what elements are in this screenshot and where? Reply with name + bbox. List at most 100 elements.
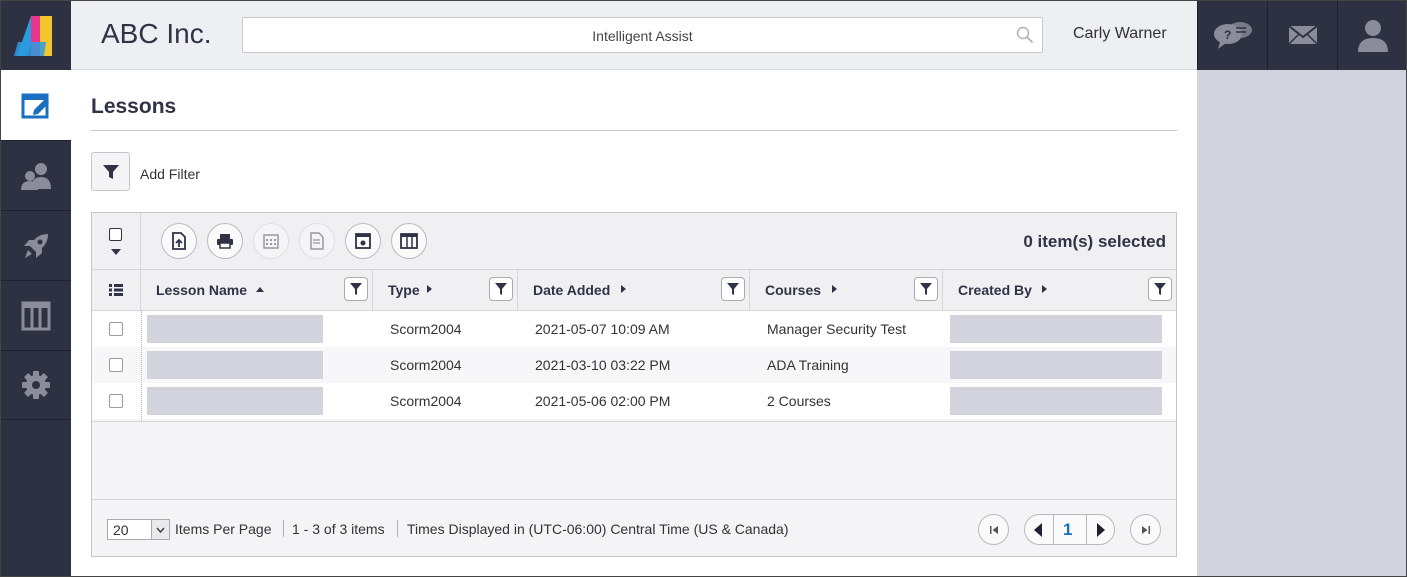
users-icon <box>20 162 51 190</box>
timezone-text: Times Displayed in (UTC-06:00) Central T… <box>407 521 789 537</box>
redacted-created-by <box>950 387 1162 415</box>
redacted-lesson-name <box>147 315 323 343</box>
sort-none-icon <box>1042 285 1047 293</box>
top-header: ABC Inc. Intelligent Assist Carly Warner <box>71 0 1197 70</box>
last-page-button[interactable] <box>1130 514 1161 545</box>
sidebar-item-lessons[interactable] <box>0 70 71 140</box>
column-header-lesson-name[interactable]: Lesson Name <box>141 270 373 310</box>
row-checkbox[interactable] <box>109 322 123 336</box>
mail-button[interactable] <box>1267 0 1337 70</box>
print-icon <box>217 234 233 249</box>
export-icon <box>172 232 186 250</box>
search-input[interactable]: Intelligent Assist <box>242 17 1043 53</box>
page-size-select[interactable]: 20 <box>107 519 170 540</box>
mail-icon <box>1287 25 1318 45</box>
next-page-icon[interactable] <box>1096 523 1106 537</box>
profile-button[interactable] <box>1337 0 1407 70</box>
table-row[interactable]: Scorm2004 2021-05-06 02:00 PM 2 Courses <box>92 383 1176 419</box>
first-page-button[interactable] <box>978 514 1009 545</box>
previous-page-icon[interactable] <box>1033 523 1043 537</box>
column-label: Type <box>388 282 420 298</box>
grid-body: Scorm2004 2021-05-07 10:09 AM Manager Se… <box>92 311 1176 499</box>
page-title: Lessons <box>91 95 177 118</box>
grid-header-row: Lesson Name Type Date Added Courses Crea… <box>92 270 1176 311</box>
select-all-checkbox[interactable] <box>109 228 122 241</box>
gear-icon <box>21 371 50 399</box>
column-header-created-by[interactable]: Created By <box>943 270 1176 310</box>
sidebar-item-users[interactable] <box>0 140 71 210</box>
column-filter-button[interactable] <box>344 277 368 301</box>
add-filter-button[interactable] <box>91 152 130 191</box>
search-icon[interactable] <box>1016 26 1034 44</box>
filter-icon <box>102 164 119 179</box>
row-checkbox[interactable] <box>109 358 123 372</box>
chevron-down-icon[interactable] <box>151 520 169 539</box>
column-filter-button[interactable] <box>1148 277 1172 301</box>
profile-icon <box>1357 20 1388 52</box>
lesson-edit-icon <box>21 93 49 119</box>
sort-none-icon <box>621 285 626 293</box>
settings-window-button[interactable] <box>345 223 381 259</box>
schedule-button[interactable] <box>253 223 289 259</box>
rows-divider <box>92 421 1176 422</box>
pager: 1 <box>1024 514 1115 545</box>
table-row[interactable]: Scorm2004 2021-05-07 10:09 AM Manager Se… <box>92 311 1176 347</box>
footer-separator <box>283 520 284 537</box>
first-page-icon <box>989 525 998 534</box>
sidebar-item-columns[interactable] <box>0 280 71 350</box>
cell-type: Scorm2004 <box>390 393 462 409</box>
column-label: Lesson Name <box>156 282 248 298</box>
select-column-divider <box>141 311 142 421</box>
redacted-lesson-name <box>147 351 323 379</box>
page-size-value: 20 <box>113 522 129 538</box>
footer-separator <box>397 520 398 537</box>
column-filter-button[interactable] <box>489 277 513 301</box>
sidebar-item-launch[interactable] <box>0 210 71 280</box>
selected-count: 0 item(s) selected <box>1023 232 1166 251</box>
cell-type: Scorm2004 <box>390 357 462 373</box>
chevron-down-icon[interactable] <box>111 249 121 255</box>
sidebar-item-settings[interactable] <box>0 350 71 420</box>
add-filter-label[interactable]: Add Filter <box>140 166 200 182</box>
settings-window-icon <box>355 233 371 249</box>
search-placeholder: Intelligent Assist <box>592 28 693 44</box>
column-filter-button[interactable] <box>721 277 745 301</box>
list-icon <box>109 284 123 296</box>
last-page-icon <box>1141 525 1150 534</box>
current-page-number[interactable]: 1 <box>1063 520 1072 540</box>
columns-button[interactable] <box>391 223 427 259</box>
help-chat-button[interactable]: ? <box>1197 0 1267 70</box>
right-panel <box>1197 70 1407 577</box>
print-button[interactable] <box>207 223 243 259</box>
user-name[interactable]: Carly Warner <box>1073 25 1167 43</box>
sort-none-icon <box>427 285 432 293</box>
document-button[interactable] <box>299 223 335 259</box>
pager-divider <box>1086 515 1087 544</box>
column-header-date-added[interactable]: Date Added <box>518 270 750 310</box>
column-menu-cell[interactable] <box>92 270 141 310</box>
filter-icon <box>350 283 362 295</box>
table-row[interactable]: Scorm2004 2021-03-10 03:22 PM ADA Traini… <box>92 347 1176 383</box>
cell-date-added: 2021-03-10 03:22 PM <box>535 357 671 373</box>
column-label: Created By <box>958 282 1032 298</box>
items-per-page-label: Items Per Page <box>175 521 272 537</box>
app-logo[interactable] <box>0 0 71 70</box>
filter-icon <box>727 283 739 295</box>
redacted-created-by <box>950 351 1162 379</box>
cell-date-added: 2021-05-06 02:00 PM <box>535 393 671 409</box>
sort-asc-icon <box>256 287 264 292</box>
sidebar <box>0 0 71 577</box>
column-header-type[interactable]: Type <box>373 270 518 310</box>
calendar-icon <box>263 234 279 249</box>
redacted-created-by <box>950 315 1162 343</box>
row-checkbox[interactable] <box>109 394 123 408</box>
grid-footer: 20 Items Per Page 1 - 3 of 3 items Times… <box>92 499 1176 556</box>
export-button[interactable] <box>161 223 197 259</box>
filter-icon <box>1154 283 1166 295</box>
column-header-courses[interactable]: Courses <box>750 270 943 310</box>
item-range-text: 1 - 3 of 3 items <box>292 521 385 537</box>
pager-divider <box>1053 515 1054 544</box>
columns-icon <box>400 233 418 249</box>
cell-courses: 2 Courses <box>767 393 831 409</box>
column-filter-button[interactable] <box>914 277 938 301</box>
